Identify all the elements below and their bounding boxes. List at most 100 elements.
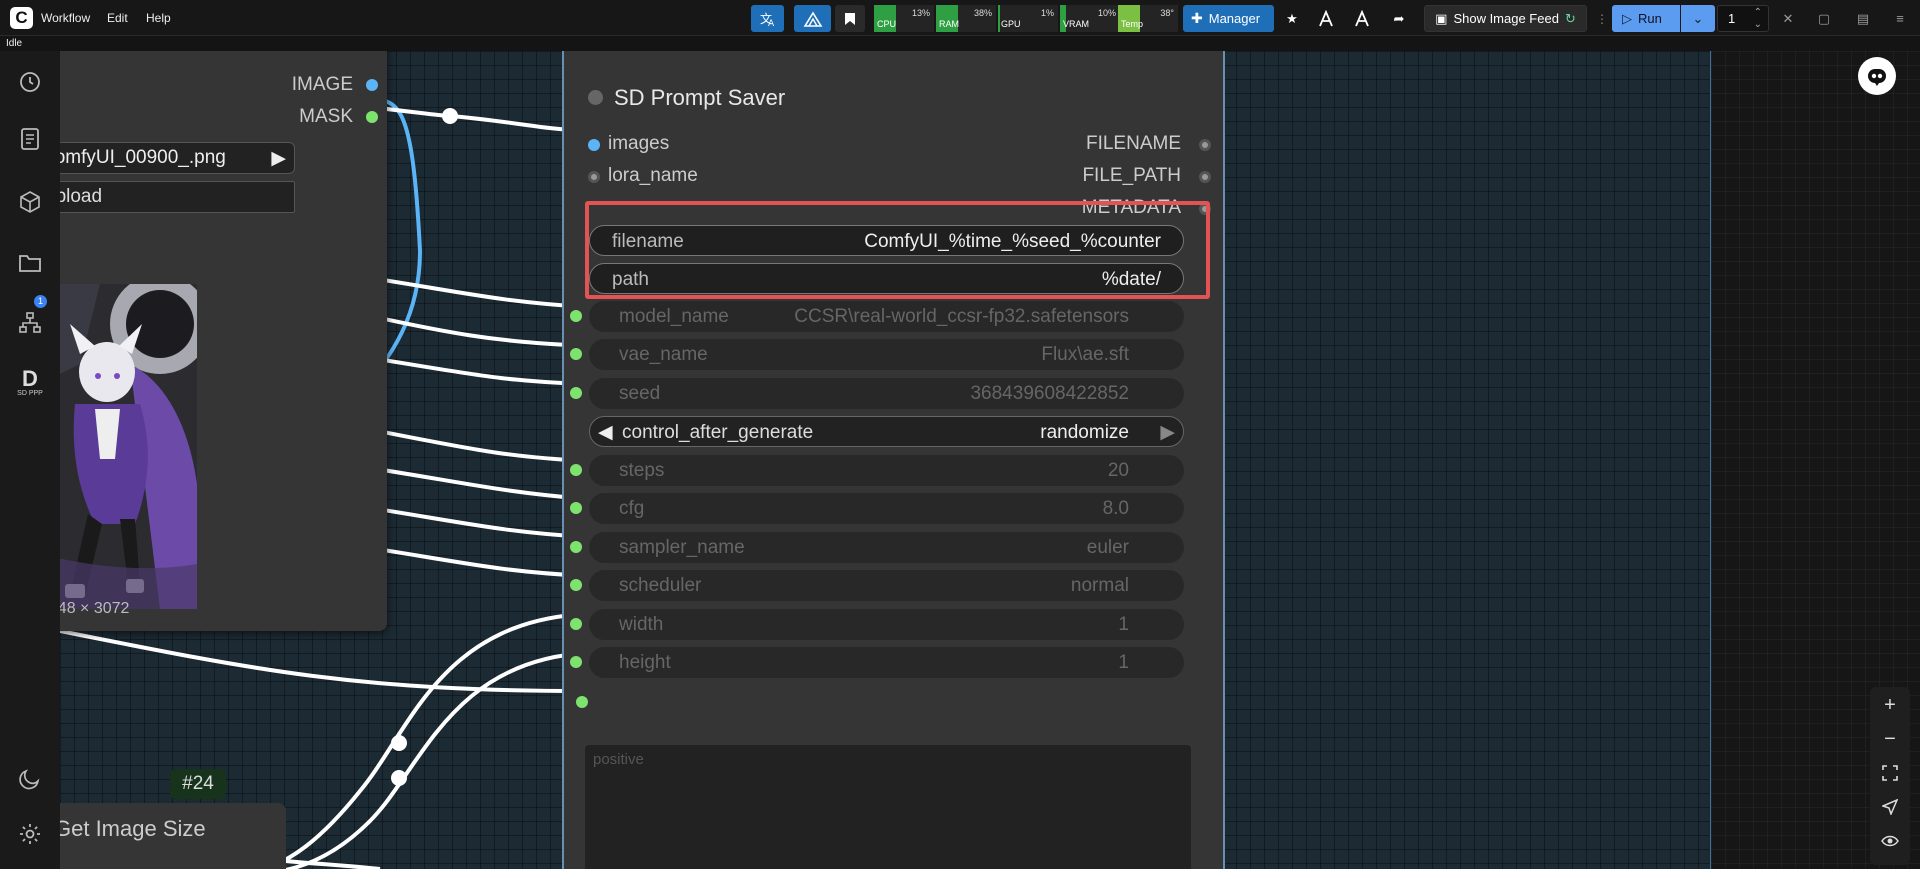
menu-help[interactable]: Help <box>146 11 171 25</box>
upload-button[interactable]: upload <box>60 181 295 213</box>
image-output-port[interactable] <box>366 79 378 91</box>
select-mode-icon[interactable] <box>1880 797 1900 817</box>
scheduler-key: scheduler <box>619 575 702 596</box>
svg-text:A: A <box>768 19 775 28</box>
sampler-name-field[interactable]: sampler_name euler <box>570 532 1184 563</box>
mask-output-port[interactable] <box>366 111 378 123</box>
scheduler-input-port[interactable] <box>570 579 582 591</box>
vram-percent: 10% <box>1097 8 1116 18</box>
model-name-input-port[interactable] <box>570 310 582 322</box>
image-file-combo[interactable]: ComfyUI_00900_.png ▶ <box>60 142 295 174</box>
workflows-folder-icon[interactable] <box>15 248 45 278</box>
history-icon[interactable] <box>15 67 45 97</box>
image-file-value: ComfyUI_00900_.png <box>60 147 226 168</box>
translate-icon[interactable]: 文A <box>751 5 784 32</box>
manager-button[interactable]: ✚ Manager <box>1183 5 1274 32</box>
sd-ppp-icon[interactable]: D SD PPP <box>15 367 45 397</box>
steps-input-port[interactable] <box>570 464 582 476</box>
get-image-size-node[interactable]: Get Image Size <box>60 803 286 869</box>
share-icon[interactable]: ➦ <box>1384 5 1414 32</box>
combo-next-arrow-icon[interactable]: ▶ <box>1160 421 1175 444</box>
run-button[interactable]: ▷ Run <box>1612 5 1680 32</box>
model-library-cube-icon[interactable] <box>15 187 45 217</box>
scheduler-value: normal <box>1070 575 1129 596</box>
cpu-percent: 13% <box>911 8 930 18</box>
zoom-out-icon[interactable]: − <box>1880 728 1900 750</box>
sampler-name-input-port[interactable] <box>570 541 582 553</box>
positive-input-port[interactable] <box>576 696 588 708</box>
panel-icon[interactable]: ▤ <box>1851 5 1875 32</box>
lora-name-input-port[interactable] <box>588 171 600 183</box>
theme-moon-icon[interactable] <box>15 764 45 794</box>
temp-percent: 38° <box>1160 8 1174 18</box>
scheduler-field[interactable]: scheduler normal <box>570 570 1184 601</box>
file-path-output-port[interactable] <box>1199 171 1211 183</box>
sd-prompt-saver-node[interactable]: SD Prompt Saver images lora_name FILENAM… <box>562 51 1225 869</box>
hamburger-menu-icon[interactable]: ≡ <box>1888 5 1912 32</box>
close-icon[interactable]: ✕ <box>1776 5 1800 32</box>
upload-label: upload <box>60 186 103 207</box>
positive-prompt-textarea[interactable]: positive <box>585 745 1191 869</box>
model-name-field[interactable]: model_name CCSR\real-world_ccsr-fp32.saf… <box>570 301 1184 332</box>
node-id-badge: #24 <box>170 769 226 799</box>
vae-name-key: vae_name <box>619 344 708 365</box>
image-dimensions: 2048 × 3072 <box>60 600 130 617</box>
steps-key: steps <box>619 460 665 481</box>
load-image-node[interactable]: IMAGE MASK ComfyUI_00900_.png ▶ upload <box>60 51 387 631</box>
node-library-tree-icon[interactable] <box>15 308 45 338</box>
workspace-icon[interactable] <box>794 5 831 32</box>
cfg-input-port[interactable] <box>570 502 582 514</box>
seed-key: seed <box>619 383 661 404</box>
steps-field[interactable]: steps 20 <box>570 455 1184 486</box>
cfg-key: cfg <box>619 498 645 519</box>
toggle-links-eye-icon[interactable] <box>1880 831 1900 851</box>
run-options-chevron-icon[interactable]: ⌄ <box>1681 5 1715 32</box>
maximize-icon[interactable]: ▢ <box>1812 5 1836 32</box>
manager-label: Manager <box>1208 11 1261 26</box>
ram-monitor: RAM 38% <box>936 5 996 32</box>
model-name-value: CCSR\real-world_ccsr-fp32.safetensors <box>794 306 1129 327</box>
cfg-field[interactable]: cfg 8.0 <box>570 493 1184 524</box>
canvas-controls: + − <box>1870 687 1910 865</box>
width-field[interactable]: width 1 <box>570 609 1184 640</box>
model-b-icon[interactable] <box>1348 5 1378 32</box>
fit-view-icon[interactable] <box>1880 763 1900 783</box>
star-icon[interactable]: ★ <box>1278 5 1306 32</box>
gpu-bar <box>998 5 1000 32</box>
image-preview <box>60 284 197 609</box>
sidebar: 1 D SD PPP <box>0 51 60 869</box>
show-image-feed-button[interactable]: ▣ Show Image Feed ↻ <box>1424 5 1587 32</box>
zoom-in-icon[interactable]: + <box>1880 694 1900 716</box>
combo-prev-arrow-icon[interactable]: ◀ <box>598 421 613 444</box>
image-output-label: IMAGE <box>291 74 353 95</box>
settings-gear-icon[interactable] <box>15 819 45 849</box>
file-path-output-label: FILE_PATH <box>1082 165 1181 186</box>
queue-count-input[interactable]: 1 ⌃ ⌄ <box>1717 5 1769 32</box>
seed-input-port[interactable] <box>570 387 582 399</box>
assistant-avatar-icon[interactable] <box>1858 57 1896 95</box>
comfyui-logo-icon[interactable]: C <box>10 7 33 29</box>
combo-next-arrow-icon[interactable]: ▶ <box>271 147 286 170</box>
queue-list-icon[interactable] <box>15 124 45 154</box>
menu-workflow[interactable]: Workflow <box>41 11 90 25</box>
height-input-port[interactable] <box>570 656 582 668</box>
graph-canvas[interactable]: IMAGE MASK ComfyUI_00900_.png ▶ upload <box>60 51 1920 869</box>
vae-name-field[interactable]: vae_name Flux\ae.sft <box>570 339 1184 370</box>
width-input-port[interactable] <box>570 618 582 630</box>
status-text: Idle <box>0 37 60 51</box>
node-collapse-dot[interactable] <box>588 90 603 105</box>
mask-output-label: MASK <box>299 106 353 127</box>
vram-monitor: VRAM 10% <box>1060 5 1120 32</box>
height-key: height <box>619 652 671 673</box>
seed-field[interactable]: seed 368439608422852 <box>570 378 1184 409</box>
height-field[interactable]: height 1 <box>570 647 1184 678</box>
bookmark-icon[interactable] <box>835 5 865 32</box>
images-input-port[interactable] <box>588 139 600 151</box>
cpu-monitor: CPU 13% <box>874 5 934 32</box>
filename-output-port[interactable] <box>1199 139 1211 151</box>
vae-name-input-port[interactable] <box>570 348 582 360</box>
stepper-icon[interactable]: ⌃ ⌄ <box>1754 7 1762 31</box>
model-a-icon[interactable] <box>1312 5 1342 32</box>
menu-edit[interactable]: Edit <box>107 11 128 25</box>
control-after-generate-combo[interactable]: ◀ control_after_generate randomize ▶ <box>589 416 1184 447</box>
